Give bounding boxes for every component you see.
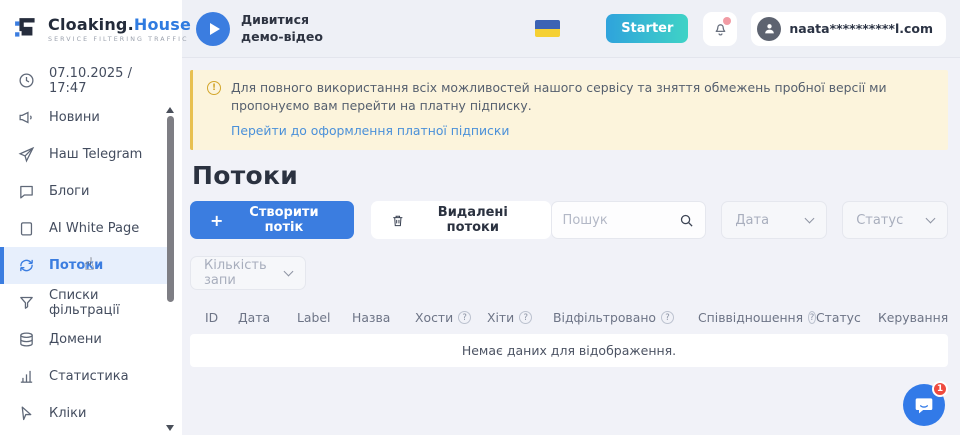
trial-warning-banner: ! Для повного використання всіх можливос…: [190, 70, 948, 150]
column-header-filtered: Відфільтровано?: [553, 310, 698, 325]
deleted-streams-button[interactable]: Видалені потоки: [371, 201, 550, 239]
subscribe-link[interactable]: Перейти до оформлення платної підписки: [231, 123, 509, 138]
column-header-manage: Керування: [878, 310, 948, 325]
chevron-down-icon: [805, 214, 815, 224]
sidebar-item-statistics[interactable]: Статистика: [0, 358, 168, 395]
plus-icon: +: [210, 211, 223, 230]
sidebar-item-label: Статистика: [49, 369, 129, 384]
notification-dot: [723, 17, 731, 25]
column-header-id: ID: [205, 310, 238, 325]
sidebar-item-label: Потоки: [49, 258, 103, 273]
sidebar-item-label: Новини: [49, 110, 100, 125]
paper-plane-icon: [18, 146, 36, 164]
user-email: naata**********l.com: [789, 21, 933, 36]
content: ! Для повного використання всіх можливос…: [182, 58, 960, 367]
column-header-date: Дата: [238, 310, 297, 325]
column-header-hits: Хіти?: [487, 310, 553, 325]
plan-badge[interactable]: Starter: [606, 14, 688, 43]
chat-widget-icon: [914, 395, 934, 415]
sidebar-item-datetime: 07.10.2025 / 17:47: [0, 62, 168, 99]
notifications-button[interactable]: [703, 12, 737, 46]
search-icon: [679, 213, 694, 228]
search-box[interactable]: [551, 201, 707, 239]
sidebar-item-filter-lists[interactable]: Списки фільтрації: [0, 284, 168, 321]
sidebar-nav: 07.10.2025 / 17:47 Новини Наш Telegram Б…: [0, 62, 182, 432]
play-icon: [210, 23, 220, 35]
help-icon[interactable]: ?: [458, 311, 471, 324]
sidebar-item-label: Наш Telegram: [49, 147, 142, 162]
help-icon[interactable]: ?: [519, 311, 532, 324]
sidebar-item-clicks[interactable]: Кліки: [0, 395, 168, 432]
main-area: Дивитися демо-відео Starter naata*******…: [182, 0, 960, 435]
sidebar-item-blogs[interactable]: Блоги: [0, 173, 168, 210]
help-icon[interactable]: ?: [808, 311, 816, 324]
sidebar-item-label: 07.10.2025 / 17:47: [49, 66, 168, 96]
funnel-icon: [18, 294, 36, 312]
count-row: Кількість запи: [190, 254, 948, 290]
topbar: Дивитися демо-відео Starter naata*******…: [182, 0, 960, 58]
status-filter-label: Статус: [856, 213, 903, 228]
sidebar-item-label: Списки фільтрації: [49, 288, 168, 318]
person-icon: [763, 22, 776, 35]
records-count-dropdown[interactable]: Кількість запи: [190, 256, 306, 290]
date-filter-dropdown[interactable]: Дата: [721, 201, 827, 239]
column-header-hosts: Хости?: [415, 310, 487, 325]
demo-video-label[interactable]: Дивитися демо-відео: [241, 12, 323, 46]
clock-icon: [18, 72, 36, 90]
sidebar-item-label: Домени: [49, 332, 102, 347]
chevron-down-icon: [926, 214, 936, 224]
brand-tagline: SERVICE FILTERING TRAFFIC: [48, 36, 191, 43]
chat-bubble-icon: [18, 183, 36, 201]
streams-table-header: ID Дата Label Назва Хости? Хіти? Відфіль…: [190, 310, 948, 325]
cursor-icon: [18, 405, 36, 423]
sidebar-item-label: Кліки: [49, 406, 86, 421]
sidebar-item-news[interactable]: Новини: [0, 99, 168, 136]
sidebar-item-telegram[interactable]: Наш Telegram: [0, 136, 168, 173]
date-filter-label: Дата: [735, 213, 769, 228]
sidebar: Cloaking.House SERVICE FILTERING TRAFFIC…: [0, 0, 182, 435]
user-account-menu[interactable]: naata**********l.com: [751, 12, 946, 46]
status-filter-dropdown[interactable]: Статус: [842, 201, 948, 239]
language-flag-ukraine[interactable]: [535, 20, 560, 37]
table-empty-state: Немає даних для відображення.: [190, 334, 948, 367]
logo[interactable]: Cloaking.House SERVICE FILTERING TRAFFIC: [0, 0, 182, 58]
column-header-status: Статус: [816, 310, 878, 325]
column-header-name: Назва: [352, 310, 415, 325]
page-title: Потоки: [192, 161, 948, 190]
sidebar-item-ai-white-page[interactable]: AI White Page: [0, 210, 168, 247]
scroll-up-arrow-icon[interactable]: [166, 107, 174, 113]
support-chat-button[interactable]: 1: [903, 384, 945, 426]
flag-yellow-stripe: [535, 29, 560, 38]
help-icon[interactable]: ?: [661, 311, 674, 324]
search-input[interactable]: [563, 213, 680, 228]
demo-video-play-button[interactable]: [196, 12, 230, 46]
chat-unread-badge: 1: [932, 381, 948, 397]
warning-icon: !: [207, 81, 221, 95]
records-count-label: Кількість запи: [204, 258, 285, 288]
bar-chart-icon: [18, 368, 36, 386]
column-header-label: Label: [297, 310, 352, 325]
sidebar-item-label: Блоги: [49, 184, 89, 199]
brand-logo-icon: [14, 16, 40, 42]
trash-icon: [391, 213, 405, 228]
sidebar-item-label: AI White Page: [49, 221, 139, 236]
megaphone-icon: [18, 109, 36, 127]
avatar: [757, 17, 781, 41]
scrollbar-thumb[interactable]: [167, 116, 174, 302]
flag-blue-stripe: [535, 20, 560, 29]
database-icon: [18, 331, 36, 349]
page-icon: [18, 220, 36, 238]
brand-name: Cloaking.House: [48, 15, 191, 34]
sidebar-item-domains[interactable]: Домени: [0, 321, 168, 358]
banner-text: Для повного використання всіх можливосте…: [231, 79, 931, 114]
sync-icon: [18, 257, 36, 275]
chevron-down-icon: [284, 267, 294, 277]
scroll-down-arrow-icon[interactable]: [166, 425, 174, 431]
create-stream-button[interactable]: + Створити потік: [190, 201, 354, 239]
column-header-ratio: Співвідношення?: [698, 310, 816, 325]
actions-row: + Створити потік Видалені потоки Дата Ст…: [190, 201, 948, 239]
sidebar-item-streams[interactable]: Потоки: [0, 247, 168, 284]
sidebar-scrollbar[interactable]: [169, 52, 179, 435]
